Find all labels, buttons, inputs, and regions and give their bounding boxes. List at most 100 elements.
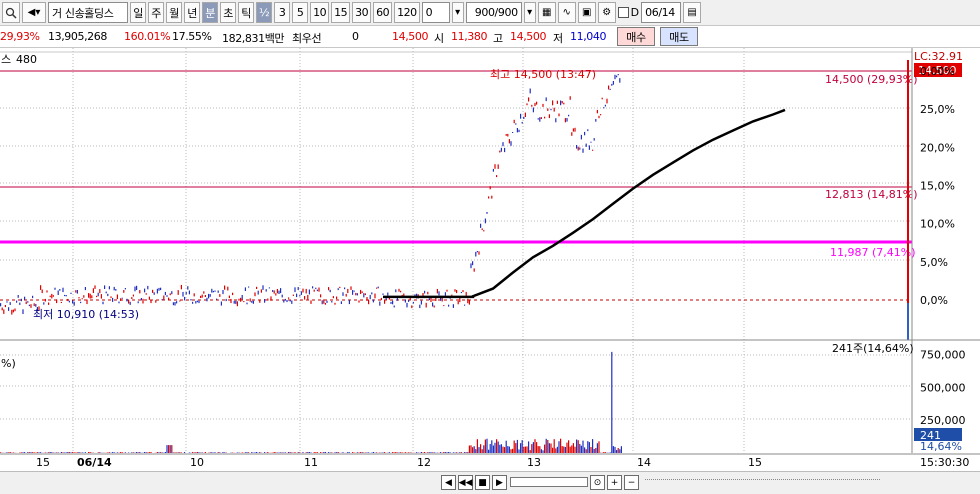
price-candle [513, 119, 515, 124]
interval-120-button[interactable]: 120 [394, 2, 420, 23]
price-candle [128, 299, 130, 304]
price-candle [200, 295, 202, 298]
date-field[interactable]: 06/14 [641, 2, 682, 23]
price-candle [422, 293, 424, 296]
high-value: 14,500 [510, 30, 547, 43]
chart-header-left: 스 [1, 53, 11, 66]
save-icon[interactable]: ▣ [577, 2, 596, 23]
price-candle [502, 142, 504, 147]
period-minute-button[interactable]: 분 [202, 2, 218, 23]
gear-icon[interactable]: ⚙ [597, 2, 616, 23]
x-tick-label: 06/14 [77, 456, 112, 469]
volume-bar [620, 446, 622, 453]
volume-bar [520, 443, 522, 453]
time-label: 15:30:30 [920, 456, 969, 469]
price-candle [540, 117, 542, 119]
price-candle [211, 288, 213, 293]
period-tick-button[interactable]: 틱 [238, 2, 254, 23]
price-candle [614, 74, 616, 80]
price-candle [99, 289, 101, 294]
open-value: 11,380 [451, 30, 488, 43]
volume-bar [166, 445, 168, 453]
period-year-button[interactable]: 년 [184, 2, 200, 23]
volume-bar [609, 452, 611, 453]
interval-30-button[interactable]: 30 [352, 2, 372, 23]
stop-icon[interactable]: ■ [475, 475, 490, 490]
period-second-button[interactable]: 초 [220, 2, 236, 23]
speaker-icon[interactable]: ◀▾ [22, 2, 46, 23]
rewind-icon[interactable]: ◀◀ [458, 475, 473, 490]
price-candle [467, 298, 469, 304]
volume-bar [483, 445, 485, 453]
period-month-button[interactable]: 월 [166, 2, 182, 23]
volume-bar [124, 452, 126, 453]
volume-bar [88, 452, 90, 453]
zoom-in-icon[interactable]: + [607, 475, 622, 490]
interval-5-button[interactable]: 5 [292, 2, 309, 23]
price-chart[interactable]: 스 480 14,500 (29,93%) 12,813 (14,81%) 11… [0, 48, 980, 471]
sell-button[interactable]: 매도 [660, 27, 698, 46]
chart-line-icon[interactable]: ∿ [557, 2, 576, 23]
volume-bar [556, 446, 558, 453]
price-candle [268, 287, 270, 289]
interval-60-button[interactable]: 60 [373, 2, 393, 23]
price-candle [609, 88, 611, 90]
lc-label: LC:32.91 [914, 50, 963, 63]
search-icon[interactable] [2, 2, 20, 23]
period-week-button[interactable]: 주 [148, 2, 164, 23]
price-candle [366, 297, 368, 301]
price-candle [236, 301, 238, 307]
date-checkbox[interactable] [617, 7, 629, 18]
grid-settings-icon[interactable]: ▦ [537, 2, 556, 23]
play-left-icon[interactable]: ◀ [441, 475, 456, 490]
price-candle [110, 296, 112, 299]
volume-bar [33, 452, 35, 453]
interval-10-button[interactable]: 10 [310, 2, 330, 23]
price-candle [190, 299, 192, 301]
scroll-track[interactable] [645, 479, 880, 487]
buy-button[interactable]: 매수 [617, 27, 655, 46]
price-candle [192, 301, 194, 304]
chevron-down-icon[interactable]: ▾ [451, 2, 464, 23]
volume-bar [267, 452, 269, 453]
price-candle [115, 289, 117, 291]
price-candle [579, 147, 581, 150]
play-right-icon[interactable]: ▶ [492, 475, 507, 490]
price-candle [310, 300, 312, 304]
chevron-down-icon[interactable]: ▾ [523, 2, 536, 23]
volume-bar [515, 443, 517, 453]
price-candle [112, 297, 114, 302]
calendar-icon[interactable]: ▤ [683, 2, 702, 23]
price-candle [334, 302, 336, 305]
stock-name-field[interactable]: 거 신송홀딩스 [48, 2, 128, 23]
volume-bar [331, 452, 333, 453]
volume-bar [40, 452, 42, 453]
period-day-button[interactable]: 일 [130, 2, 146, 23]
volume-bar [177, 452, 179, 453]
count-field[interactable]: 0 [421, 2, 450, 23]
volume-bar [273, 452, 275, 453]
interval-15-button[interactable]: 15 [331, 2, 351, 23]
fraction-button[interactable]: ½ [256, 2, 273, 23]
volume-bar [480, 444, 482, 453]
price-candle [452, 304, 454, 308]
volume-bar [388, 452, 390, 453]
zoom-out-icon[interactable]: − [624, 475, 639, 490]
lock-icon[interactable]: ⊙ [590, 475, 605, 490]
volume-bar [76, 452, 78, 453]
price-candle [492, 168, 494, 172]
price-candle [243, 301, 245, 303]
volume-bar [404, 452, 406, 453]
volume-bar [201, 452, 203, 453]
volume-bar [224, 452, 226, 453]
price-candle [534, 102, 536, 107]
volume-bar [563, 446, 565, 453]
zoom-slider[interactable] [510, 477, 588, 487]
price-candle [612, 81, 614, 85]
volume-bar [132, 452, 134, 453]
volume-bar [307, 452, 309, 453]
price-candle [64, 294, 66, 297]
interval-3-button[interactable]: 3 [274, 2, 291, 23]
price-candle [105, 291, 107, 294]
range-field[interactable]: 900/900 [465, 2, 522, 23]
